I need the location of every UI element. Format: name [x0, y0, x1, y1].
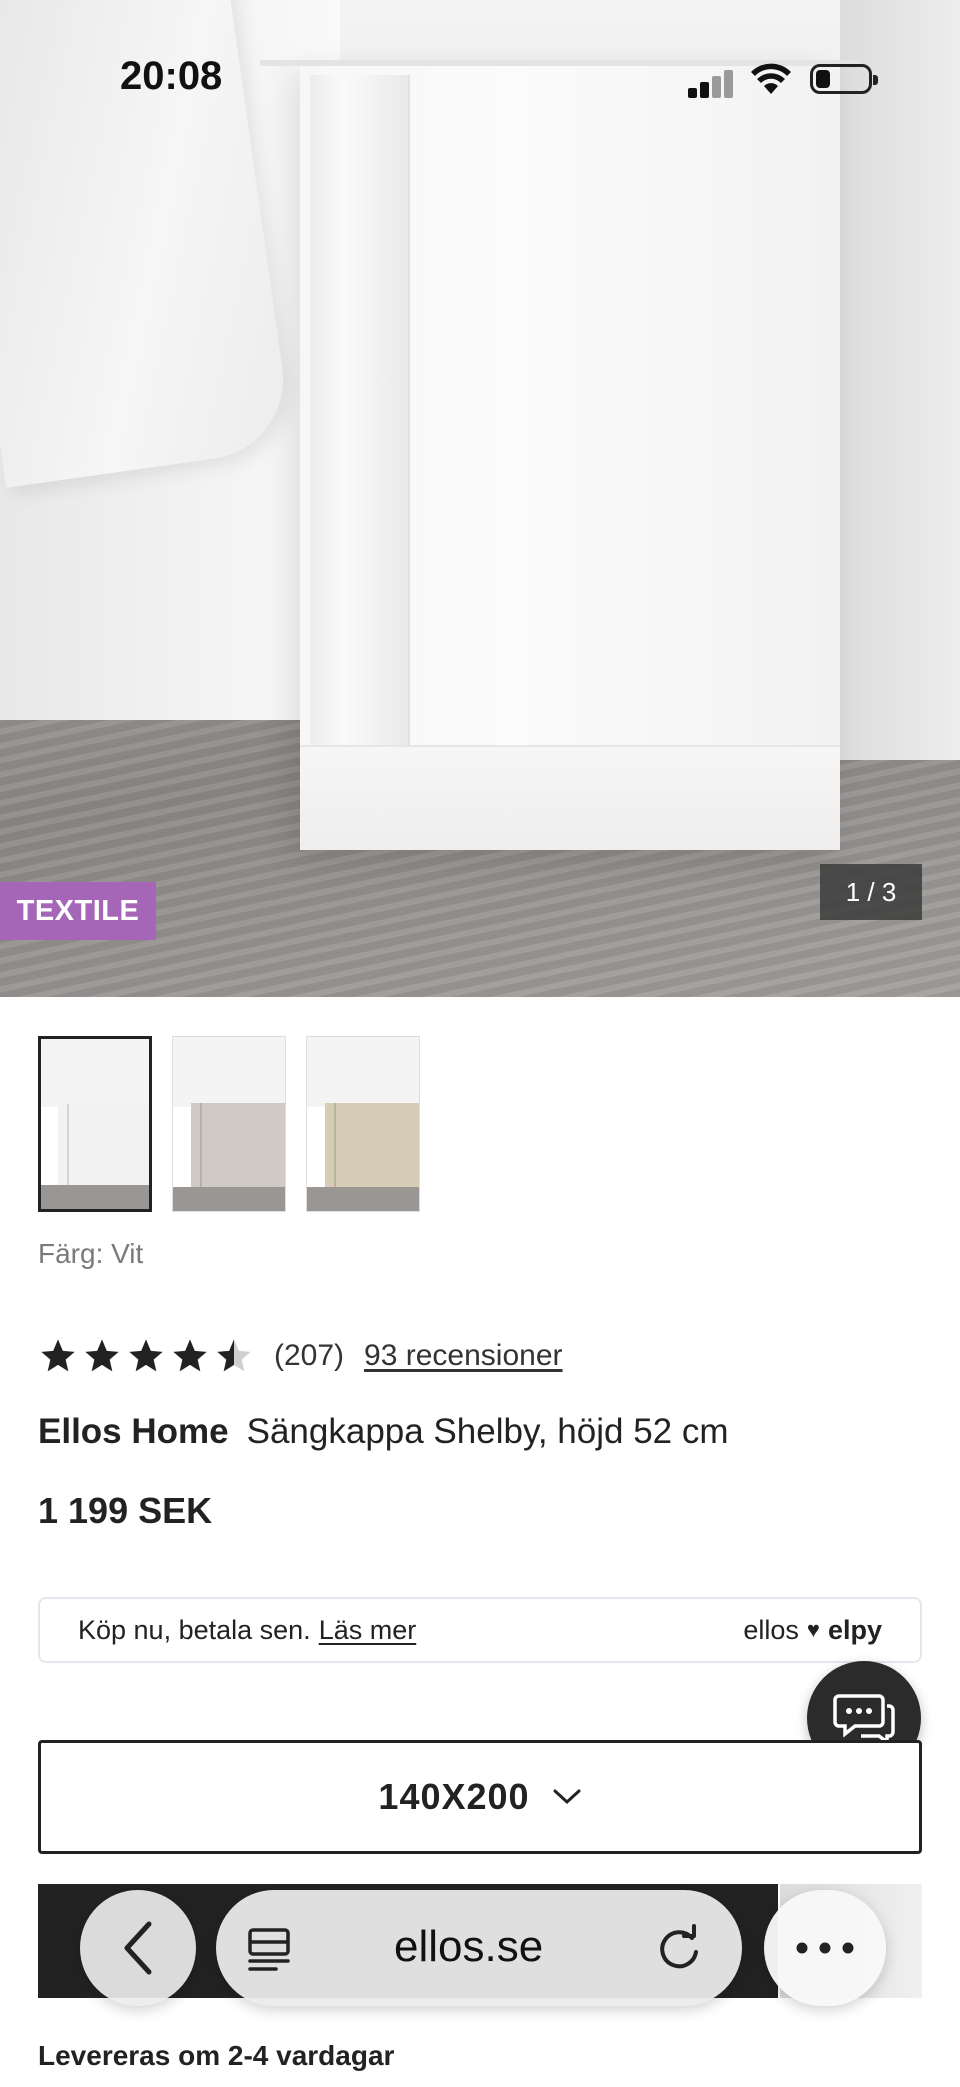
product-image[interactable]: 20:08 TEXTILE 1 / 3 — [0, 0, 960, 997]
bed-skirt-hem — [300, 745, 840, 850]
star-rating — [38, 1336, 254, 1376]
address-bar[interactable]: ellos.se — [216, 1890, 742, 2006]
image-counter: 1 / 3 — [820, 864, 922, 920]
reviews-link[interactable]: 93 recensioner — [364, 1339, 562, 1373]
product-title: Ellos Home Sängkappa Shelby, höjd 52 cm — [38, 1412, 729, 1452]
back-button[interactable] — [80, 1890, 196, 2006]
status-time: 20:08 — [120, 54, 223, 98]
rating-row: (207) 93 recensioner — [38, 1334, 563, 1378]
star-icon — [173, 1339, 207, 1372]
more-button[interactable] — [764, 1890, 886, 2006]
bed-skirt-pleat — [310, 75, 410, 850]
battery-icon — [810, 64, 878, 94]
thumbnail-swatch — [190, 1103, 285, 1191]
thumbnail-swatch — [58, 1103, 149, 1189]
ellos-elpy-logo: ellos ♥ elpy — [743, 1615, 882, 1646]
ellipsis-icon — [796, 1942, 854, 1954]
reload-icon[interactable] — [654, 1924, 704, 1974]
thumbnail-swatch — [324, 1103, 419, 1191]
size-value: 140X200 — [378, 1776, 530, 1817]
thumbnail-white[interactable] — [38, 1036, 152, 1212]
product-brand[interactable]: Ellos Home — [38, 1412, 229, 1451]
star-icon — [129, 1339, 163, 1372]
chevron-left-icon — [124, 1921, 152, 1975]
product-name: Sängkappa Shelby, höjd 52 cm — [246, 1412, 729, 1451]
read-more-link[interactable]: Läs mer — [319, 1615, 417, 1646]
heart-icon: ♥ — [806, 1617, 820, 1642]
half-star-icon — [217, 1339, 251, 1372]
url-text: ellos.se — [394, 1922, 544, 1971]
chevron-down-icon — [553, 1789, 581, 1805]
cellular-signal-icon — [688, 68, 736, 98]
delivery-info: Levereras om 2-4 vardagar — [38, 2040, 395, 2071]
color-label: Färg: Vit — [38, 1238, 144, 1269]
thumbnail-grey[interactable] — [172, 1036, 286, 1212]
status-bar: 20:08 — [0, 40, 960, 120]
star-icon — [41, 1339, 75, 1372]
chat-bubbles-icon — [833, 1694, 895, 1746]
size-select[interactable]: 140X200 — [38, 1740, 922, 1854]
pay-later-banner: Köp nu, betala sen. Läs mer ellos ♥ elpy — [38, 1597, 922, 1663]
product-price: 1 199 SEK — [38, 1490, 213, 1531]
page-menu-icon — [248, 1928, 290, 1971]
thumbnail-beige[interactable] — [306, 1036, 420, 1212]
elpy-logo-text: elpy — [827, 1614, 882, 1645]
rating-count: (207) — [274, 1339, 345, 1372]
ellos-logo-text: ellos — [743, 1614, 799, 1645]
thumbnail-strip — [38, 1036, 420, 1212]
browser-toolbar: ellos.se — [0, 1880, 960, 2020]
wifi-icon — [751, 63, 791, 94]
star-icon — [85, 1339, 119, 1372]
category-badge: TEXTILE — [0, 882, 156, 940]
pay-later-text: Köp nu, betala sen. — [78, 1614, 311, 1645]
